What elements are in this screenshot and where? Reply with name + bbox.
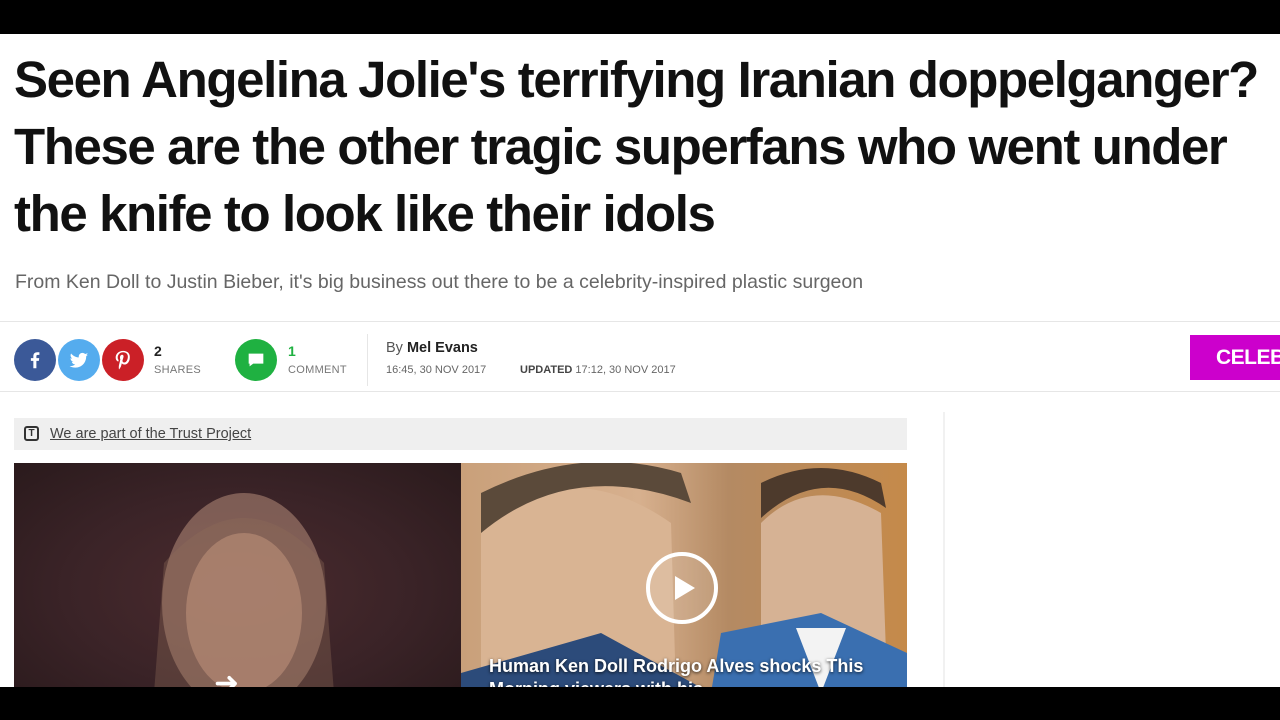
play-icon — [675, 576, 695, 600]
published-date: 16:45, 30 NOV 2017 — [386, 364, 487, 376]
updated-label: UPDATED — [520, 364, 573, 376]
shares-label: SHARES — [154, 364, 202, 376]
article-headline: Seen Angelina Jolie's terrifying Iranian… — [14, 51, 1259, 242]
divider — [0, 391, 1280, 392]
byline: By Mel Evans — [386, 340, 478, 356]
facebook-share-button[interactable] — [14, 339, 56, 381]
trust-project-bar: T We are part of the Trust Project — [14, 418, 907, 450]
divider — [0, 321, 1280, 322]
video-player[interactable]: Human Ken Doll Rodrigo Alves shocks This… — [14, 463, 907, 687]
sidebar-divider — [943, 412, 945, 687]
article-page: Seen Angelina Jolie's terrifying Iranian… — [0, 34, 1280, 687]
byline-prefix: By — [386, 340, 403, 356]
divider — [367, 334, 368, 386]
video-thumbnail-left — [14, 463, 461, 687]
trust-project-link[interactable]: We are part of the Trust Project — [50, 426, 251, 442]
article-subheadline: From Ken Doll to Justin Bieber, it's big… — [15, 271, 864, 293]
twitter-icon — [69, 352, 89, 368]
updated-info: UPDATED 17:12, 30 NOV 2017 — [520, 364, 676, 376]
play-button[interactable] — [646, 552, 718, 624]
updated-date: 17:12, 30 NOV 2017 — [575, 364, 676, 376]
category-tag[interactable]: CELEBS — [1190, 335, 1280, 380]
facebook-icon — [30, 352, 40, 369]
woman-portrait-image — [154, 493, 334, 687]
comments-count[interactable]: 1 — [288, 343, 296, 359]
comments-label[interactable]: COMMENT — [288, 364, 347, 376]
author-name[interactable]: Mel Evans — [407, 340, 478, 356]
comment-icon — [248, 353, 264, 367]
trust-project-icon: T — [24, 426, 39, 441]
comment-button[interactable] — [235, 339, 277, 381]
pinterest-icon — [115, 350, 130, 370]
video-caption: Human Ken Doll Rodrigo Alves shocks This… — [489, 656, 864, 687]
shares-count: 2 — [154, 343, 162, 359]
pinterest-share-button[interactable] — [102, 339, 144, 381]
twitter-share-button[interactable] — [58, 339, 100, 381]
arrow-icon[interactable]: ➜ — [214, 669, 254, 688]
